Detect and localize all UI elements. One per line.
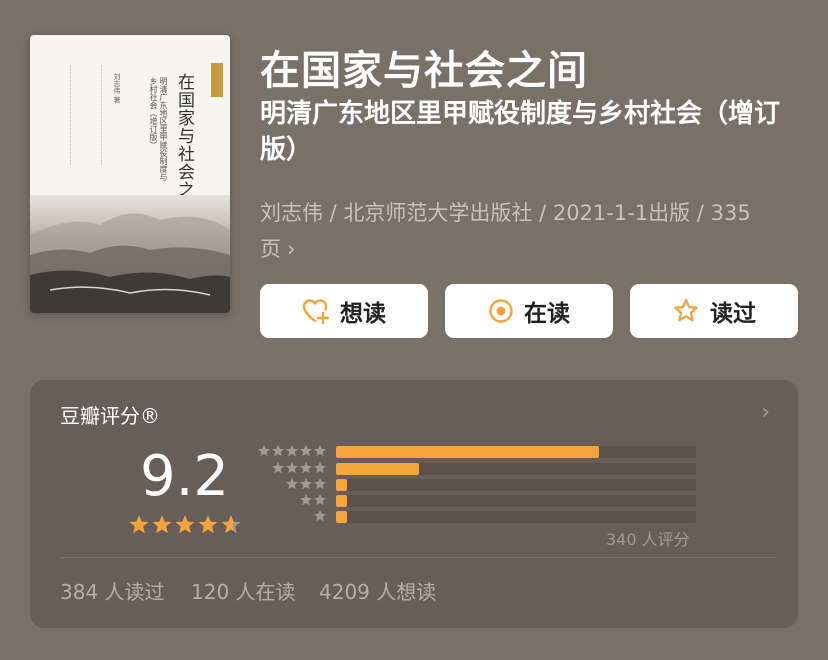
want-to-read-button[interactable]: 想读 [260,284,428,338]
book-subtitle: 明清广东地区里甲赋役制度与乡村社会（增订版） [260,99,781,165]
rating-label: 豆瓣评分® [60,404,160,428]
rating-count: 340 人评分 [606,530,690,549]
chevron-right-icon[interactable]: › [761,400,770,425]
divider [60,557,776,558]
have-read-button[interactable]: 读过 [630,284,798,338]
star-outline-icon [672,297,700,325]
histogram-bar-track [336,463,696,475]
cover-landscape-image [30,195,230,313]
histogram-bar-1-star [336,511,347,523]
want-to-read-label: 想读 [340,301,386,327]
cover-author: 刘志伟 著 [113,73,121,104]
rating-score: 9.2 [140,444,230,509]
book-meta-text: 刘志伟 / 北京师范大学出版社 / 2021-1-1出版 / 335页 [260,201,751,261]
rating-panel[interactable]: 豆瓣评分® › 9.2 340 人评分 384 人读过 120 人在读 4209… [30,380,798,628]
want-count[interactable]: 4209 人想读 [319,576,436,605]
histogram-star-label [255,493,327,508]
cover-subtitle: 明清广东地区里甲赋役制度与乡村社会（增订版） [149,77,168,181]
book-cover[interactable]: 在国家与社会之间 明清广东地区里甲赋役制度与乡村社会（增订版） 刘志伟 著 [30,35,230,313]
rating-star-icon [128,514,150,540]
reading-label: 在读 [524,301,570,327]
histogram-bar-track [336,495,696,507]
histogram-bar-track [336,511,696,523]
rating-star-icon [151,514,173,540]
rating-star-icon [220,514,242,540]
histogram-star-label [255,477,327,492]
histogram-bar-5-star [336,446,599,458]
histogram-star-label [255,444,327,459]
cover-series-mark [211,63,223,97]
target-circle-icon [488,298,514,324]
histogram-star-label [255,461,327,476]
read-count[interactable]: 384 人读过 [60,576,165,605]
histogram-bar-4-star [336,463,419,475]
histogram-bar-3-star [336,479,347,491]
have-read-label: 读过 [710,301,756,327]
small-star-icon [313,508,327,527]
book-meta[interactable]: 刘志伟 / 北京师范大学出版社 / 2021-1-1出版 / 335页 › [260,195,780,267]
heart-plus-icon [302,298,330,324]
rating-star-icon [174,514,196,540]
chevron-right-icon: › [287,237,296,261]
rating-stars [128,514,242,540]
reading-button[interactable]: 在读 [445,284,613,338]
reading-count[interactable]: 120 人在读 [191,576,296,605]
histogram-star-label [255,508,327,527]
histogram-bar-track [336,446,696,458]
histogram-bar-2-star [336,495,347,507]
histogram-bar-track [336,479,696,491]
rating-star-icon [197,514,219,540]
book-title: 在国家与社会之间 [260,48,588,94]
cover-faint-text [70,65,102,165]
